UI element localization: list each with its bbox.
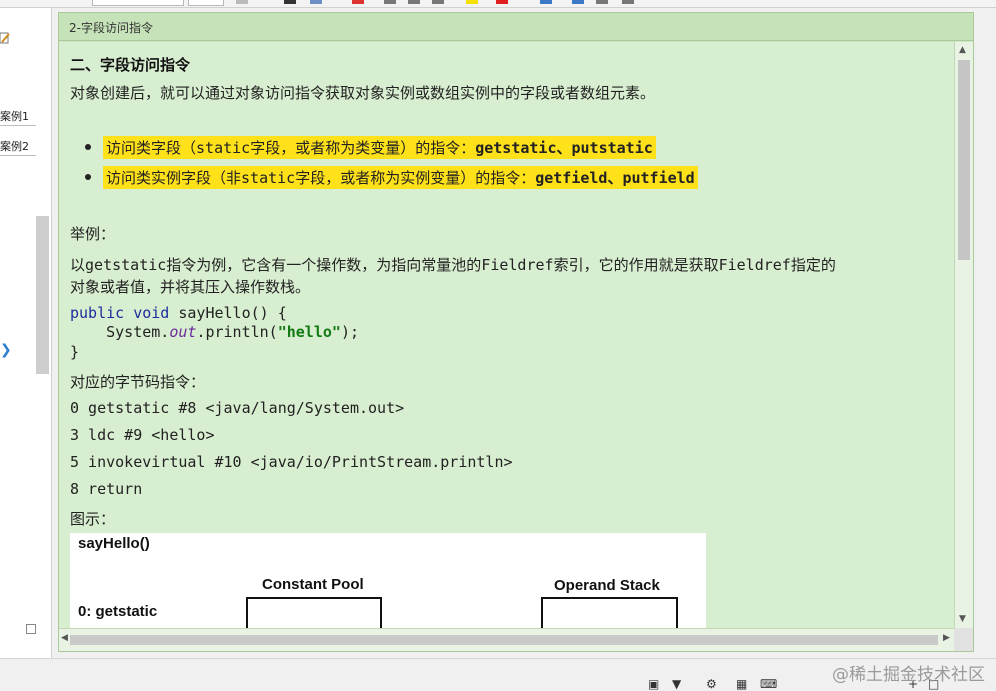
scroll-right-icon[interactable]: ▶ <box>943 633 950 643</box>
scrollbar-corner <box>954 628 973 651</box>
indent-icon[interactable] <box>384 0 396 4</box>
settings-icon[interactable]: ⚙ <box>706 677 717 691</box>
code-text: .println( <box>196 323 278 341</box>
grid-icon[interactable]: ▦ <box>736 677 747 691</box>
code-line-1: public void sayHello() { <box>70 304 287 322</box>
clear-format-icon[interactable] <box>352 0 364 4</box>
bytecode-line: 8 return <box>70 480 143 498</box>
string-literal: "hello" <box>277 323 341 341</box>
bytecode-line: 5 invokevirtual #10 <java/io/PrintStream… <box>70 453 513 471</box>
constant-pool-box <box>246 597 382 628</box>
bullet-text: 字段，或者称为实例变量）的指令： <box>295 169 536 187</box>
bold-icon[interactable] <box>284 0 296 4</box>
page-icon[interactable]: ▣ <box>648 677 659 691</box>
sidebar: 案例1 案例2 ❯ <box>0 8 52 658</box>
diagram-constant-pool-label: Constant Pool <box>262 576 364 593</box>
figure-label: 图示： <box>70 510 116 528</box>
code-text: sayHello() { <box>169 304 287 322</box>
example-paragraph-line2: 对象或者值，并将其压入操作数栈。 <box>70 278 311 296</box>
sidebar-item-case1[interactable]: 案例1 <box>0 108 36 126</box>
sidebar-scrollbar[interactable] <box>36 216 49 374</box>
note-header[interactable]: 2-字段访问指令 <box>59 13 973 41</box>
scroll-up-icon[interactable]: ▲ <box>959 45 966 55</box>
note-content[interactable]: 二、字段访问指令 对象创建后，就可以通过对象访问指令获取对象实例或数组实例中的字… <box>59 42 955 628</box>
vertical-scroll-thumb[interactable] <box>958 60 970 260</box>
table-icon[interactable] <box>596 0 608 4</box>
collapse-icon[interactable] <box>26 624 36 634</box>
italic-icon[interactable] <box>310 0 322 4</box>
code-line-3: } <box>70 343 80 361</box>
expand-arrow-icon[interactable]: ❯ <box>0 342 12 358</box>
bytecode-line: 3 ldc #9 <hello> <box>70 426 215 444</box>
bullet-instructions: getfield、putfield <box>535 169 695 187</box>
outdent-icon[interactable] <box>408 0 420 4</box>
bullet-code: static <box>196 139 251 157</box>
static-field: out <box>169 323 197 341</box>
vertical-scrollbar[interactable]: ▲ ▼ <box>954 42 973 628</box>
example-label: 举例： <box>70 225 116 243</box>
bullet-text: 访问类字段（ <box>106 139 197 157</box>
filter-icon[interactable]: ▼ <box>672 677 681 691</box>
image-icon[interactable] <box>622 0 634 4</box>
code-text: System. <box>70 323 170 341</box>
right-panel-edge <box>976 8 996 658</box>
font-color-icon[interactable] <box>496 0 508 4</box>
bullet-text: 访问类实例字段（非 <box>106 169 242 187</box>
app-window: 案例1 案例2 ❯ 2-字段访问指令 二、字段访问指令 对象创建后，就可以通过对… <box>0 0 996 691</box>
bytecode-label: 对应的字节码指令： <box>70 373 206 391</box>
font-size-input[interactable] <box>188 0 224 6</box>
bullet-item-static-field: 访问类字段（static字段，或者称为类变量）的指令：getstatic、put… <box>103 136 656 159</box>
bullet-item-instance-field: 访问类实例字段（非static字段，或者称为实例变量）的指令：getfield、… <box>103 166 698 189</box>
bytecode-line: 0 getstatic #8 <java/lang/System.out> <box>70 399 405 417</box>
toolbar <box>0 0 996 8</box>
bullet-dot <box>85 144 91 150</box>
note-window: 2-字段访问指令 二、字段访问指令 对象创建后，就可以通过对象访问指令获取对象实… <box>58 12 974 652</box>
highlight-color-icon[interactable] <box>466 0 478 4</box>
font-name-input[interactable] <box>92 0 184 6</box>
link-icon[interactable] <box>572 0 584 4</box>
code-term: Fieldref <box>481 256 554 274</box>
intro-paragraph: 对象创建后，就可以通过对象访问指令获取对象实例或数组实例中的字段或者数组元素。 <box>70 84 656 102</box>
code-line-2: System.out.println("hello"); <box>70 323 359 341</box>
text: 指令为例，它含有一个操作数，为指向常量池的 <box>166 256 482 274</box>
keyword: void <box>133 304 170 322</box>
diagram-operand-stack-label: Operand Stack <box>554 577 660 594</box>
bullet-code: static <box>241 169 296 187</box>
code-text: ); <box>340 323 359 341</box>
edit-note-icon[interactable] <box>0 32 10 44</box>
bullet-dot <box>85 174 91 180</box>
list-icon[interactable] <box>432 0 444 4</box>
example-paragraph-line1: 以getstatic指令为例，它含有一个操作数，为指向常量池的Fieldref索… <box>70 254 836 275</box>
code-term: Fieldref <box>718 256 791 274</box>
code-term: getstatic <box>85 256 167 274</box>
watermark: @稀土掘金技术社区 <box>832 665 985 685</box>
keyword: public <box>70 304 125 322</box>
bullet-text: 字段，或者称为类变量）的指令： <box>250 139 476 157</box>
text: 以 <box>70 256 86 274</box>
scroll-down-icon[interactable]: ▼ <box>959 614 966 624</box>
text: 指定的 <box>790 256 836 274</box>
format-icon[interactable] <box>236 0 248 4</box>
text: 索引，它的作用就是获取 <box>553 256 719 274</box>
bullet-instructions: getstatic、putstatic <box>475 139 653 157</box>
keyboard-icon[interactable]: ⌨ <box>760 677 777 691</box>
insert-icon[interactable] <box>540 0 552 4</box>
diagram-image: sayHello() Constant Pool Operand Stack 0… <box>70 533 706 628</box>
note-title: 2-字段访问指令 <box>69 21 153 35</box>
operand-stack-box <box>541 597 678 628</box>
horizontal-scrollbar[interactable]: ◀ ▶ <box>59 628 954 651</box>
scroll-left-icon[interactable]: ◀ <box>61 633 68 643</box>
section-heading: 二、字段访问指令 <box>70 56 191 74</box>
horizontal-scroll-thumb[interactable] <box>70 635 938 645</box>
diagram-step-label: 0: getstatic <box>78 603 158 620</box>
diagram-method-label: sayHello() <box>78 535 150 552</box>
sidebar-item-case2[interactable]: 案例2 <box>0 138 36 156</box>
